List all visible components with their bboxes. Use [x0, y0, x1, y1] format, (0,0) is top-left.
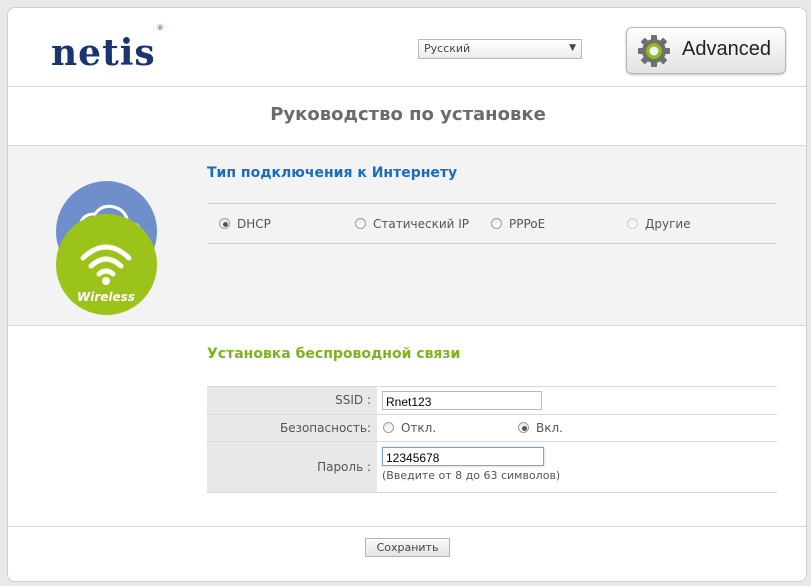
- radio-unselected-icon: [491, 218, 502, 229]
- password-row: Пароль : (Введите от 8 до 63 символов): [207, 441, 777, 493]
- logo-text: netis: [51, 32, 156, 74]
- radio-security-on[interactable]: Вкл.: [518, 421, 563, 435]
- radio-selected-icon: [518, 422, 529, 433]
- ssid-row: SSID :: [207, 386, 777, 414]
- radio-other[interactable]: Другие: [627, 217, 691, 231]
- save-button[interactable]: Сохранить: [365, 538, 450, 557]
- wireless-icon-label: Wireless: [77, 290, 135, 304]
- language-selected-value: Русский: [424, 42, 471, 55]
- radio-static-ip[interactable]: Статический IP: [355, 217, 469, 231]
- radio-unselected-icon: [355, 218, 366, 229]
- password-label: Пароль :: [207, 442, 377, 492]
- advanced-button[interactable]: Advanced: [626, 27, 786, 74]
- gear-icon: [638, 35, 670, 67]
- connection-type-radios: DHCP Статический IP PPPoE Другие: [207, 203, 777, 244]
- password-input[interactable]: [382, 447, 544, 466]
- language-select[interactable]: Русский ▼: [418, 39, 582, 59]
- page-title: Руководство по установке: [270, 104, 546, 125]
- radio-label: Вкл.: [536, 421, 563, 435]
- radio-label: DHCP: [237, 217, 271, 231]
- netis-logo: netis®: [51, 24, 164, 74]
- radio-pppoe[interactable]: PPPoE: [491, 217, 545, 231]
- header: netis® Русский ▼ Advanced: [8, 8, 806, 86]
- radio-selected-icon: [219, 218, 230, 229]
- ssid-label: SSID :: [207, 387, 377, 414]
- security-row: Безопасность: Откл. Вкл.: [207, 414, 777, 441]
- radio-unselected-icon: [383, 422, 394, 433]
- dropdown-arrow-icon: ▼: [569, 43, 576, 53]
- ssid-input[interactable]: [382, 391, 542, 410]
- radio-disabled-icon: [627, 218, 638, 229]
- radio-label: Откл.: [401, 421, 437, 435]
- security-label: Безопасность:: [207, 415, 377, 441]
- radio-label: Другие: [645, 217, 691, 231]
- advanced-label: Advanced: [682, 38, 771, 60]
- internet-section-title: Тип подключения к Интернету: [207, 165, 458, 181]
- radio-security-off[interactable]: Откл.: [383, 421, 436, 435]
- footer-divider: [8, 526, 806, 527]
- wifi-icon: Wireless: [77, 244, 135, 304]
- radio-label: PPPoE: [509, 217, 546, 231]
- registered-mark: ®: [156, 24, 165, 32]
- radio-label: Статический IP: [373, 217, 470, 231]
- header-divider: [8, 86, 806, 87]
- router-setup-window: netis® Русский ▼ Advanced Руководство по…: [7, 7, 807, 582]
- password-hint: (Введите от 8 до 63 символов): [382, 469, 561, 482]
- wireless-section-title: Установка беспроводной связи: [207, 346, 461, 362]
- wireless-badge: Wireless: [56, 214, 157, 315]
- radio-dhcp[interactable]: DHCP: [219, 217, 271, 231]
